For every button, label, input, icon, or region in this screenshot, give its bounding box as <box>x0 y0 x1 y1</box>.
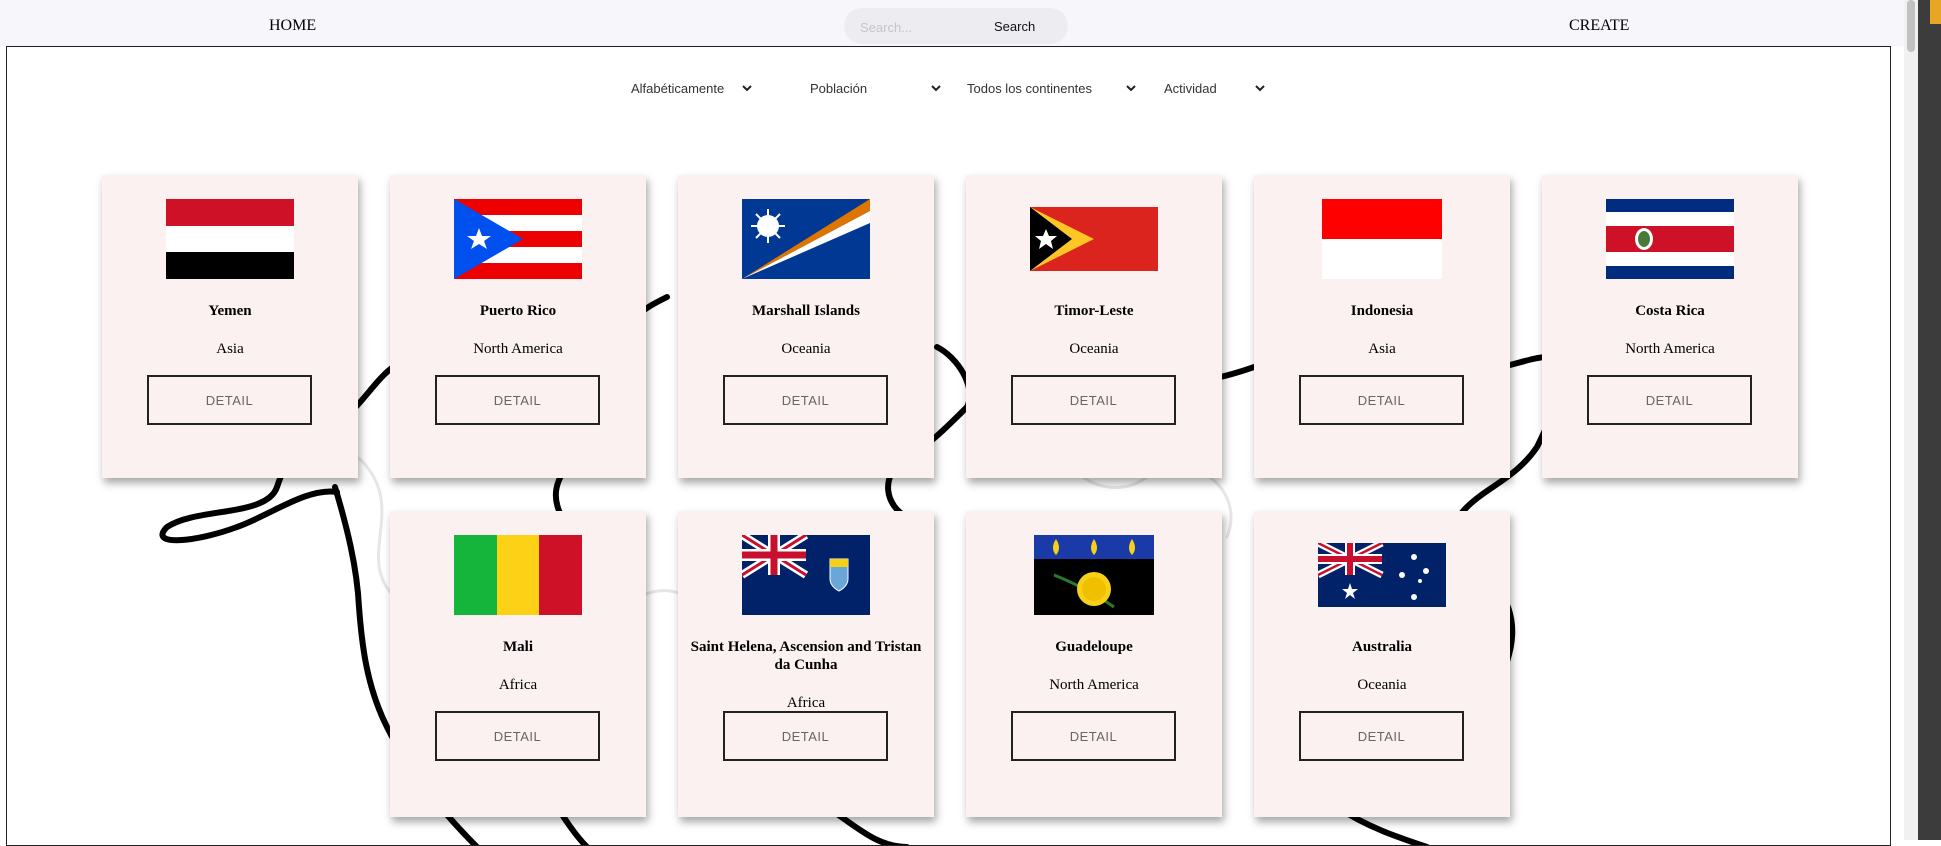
country-continent: Asia <box>1368 341 1396 357</box>
detail-button[interactable]: DETAIL <box>723 711 888 761</box>
corner-indicator <box>1930 0 1941 24</box>
country-name: Marshall Islands <box>752 303 860 319</box>
detail-button[interactable]: DETAIL <box>723 375 888 425</box>
country-continent: North America <box>1625 341 1715 357</box>
country-continent: Africa <box>498 677 538 693</box>
country-name: Yemen <box>208 303 252 319</box>
search-input[interactable] <box>858 16 982 38</box>
country-card: Timor-Leste Oceania DETAIL <box>966 175 1222 478</box>
country-continent: Oceania <box>781 341 831 357</box>
chevron-down-icon <box>742 85 752 92</box>
timor-leste-flag-icon <box>1030 207 1158 271</box>
costa-rica-flag-icon <box>1606 199 1734 279</box>
country-name: Mali <box>503 639 533 655</box>
yemen-flag-icon <box>166 199 294 279</box>
country-continent: Oceania <box>1357 677 1407 693</box>
country-card: Marshall Islands Oceania DETAIL <box>678 175 934 478</box>
vertical-scrollbar[interactable] <box>1904 0 1918 840</box>
country-name: Guadeloupe <box>1055 639 1133 655</box>
activity-filter-select[interactable]: Actividad <box>1164 77 1266 99</box>
guadeloupe-flag-icon <box>1034 535 1154 615</box>
search-button[interactable]: Search <box>988 16 1041 36</box>
country-name: Timor-Leste <box>1054 303 1134 319</box>
country-name: Indonesia <box>1350 303 1414 319</box>
filter-label: Población <box>810 80 868 96</box>
sort-alphabetical-select[interactable]: Alfabéticamente <box>631 77 753 99</box>
home-link[interactable]: HOME <box>269 17 316 35</box>
saint-helena-flag-icon <box>742 535 870 615</box>
detail-button[interactable]: DETAIL <box>1011 711 1176 761</box>
country-name: Australia <box>1352 639 1412 655</box>
create-link[interactable]: CREATE <box>1569 17 1629 35</box>
search-bar: Search <box>844 8 1068 44</box>
country-continent: Oceania <box>1069 341 1119 357</box>
country-continent: Asia <box>216 341 244 357</box>
detail-button[interactable]: DETAIL <box>1587 375 1752 425</box>
country-continent: North America <box>1049 677 1139 693</box>
detail-button[interactable]: DETAIL <box>435 711 600 761</box>
scrollbar-thumb[interactable] <box>1907 0 1915 52</box>
filter-label: Alfabéticamente <box>631 80 725 96</box>
indonesia-flag-icon <box>1322 199 1442 279</box>
filter-label: Todos los continentes <box>967 80 1093 96</box>
country-card: Indonesia Asia DETAIL <box>1254 175 1510 478</box>
australia-flag-icon <box>1318 543 1446 607</box>
country-continent: North America <box>473 341 563 357</box>
country-card: Mali Africa DETAIL <box>390 511 646 817</box>
chevron-down-icon <box>931 85 941 92</box>
country-card: Saint Helena, Ascension and Tristan da C… <box>678 511 934 817</box>
filter-label: Actividad <box>1164 80 1217 96</box>
country-name: Costa Rica <box>1635 303 1705 319</box>
marshall-islands-flag-icon <box>742 199 870 279</box>
continent-filter-select[interactable]: Todos los continentes <box>967 77 1137 99</box>
chevron-down-icon <box>1255 85 1265 92</box>
detail-button[interactable]: DETAIL <box>435 375 600 425</box>
country-card: Yemen Asia DETAIL <box>102 175 358 478</box>
mali-flag-icon <box>454 535 582 615</box>
country-card: Australia Oceania DETAIL <box>1254 511 1510 817</box>
main-content: Alfabéticamente Población Todos los cont… <box>6 46 1891 846</box>
detail-button[interactable]: DETAIL <box>1299 375 1464 425</box>
top-nav: HOME Search CREATE <box>0 0 1904 46</box>
sort-population-select[interactable]: Población <box>810 77 942 99</box>
detail-button[interactable]: DETAIL <box>1299 711 1464 761</box>
country-name: Puerto Rico <box>479 303 557 319</box>
detail-button[interactable]: DETAIL <box>147 375 312 425</box>
country-card: Puerto Rico North America DETAIL <box>390 175 646 478</box>
country-card: Guadeloupe North America DETAIL <box>966 511 1222 817</box>
country-name: Saint Helena, Ascension and Tristan da C… <box>690 639 922 673</box>
puerto-rico-flag-icon <box>454 199 582 279</box>
country-continent: Africa <box>786 695 826 711</box>
country-card: Costa Rica North America DETAIL <box>1542 175 1798 478</box>
detail-button[interactable]: DETAIL <box>1011 375 1176 425</box>
chevron-down-icon <box>1126 85 1136 92</box>
